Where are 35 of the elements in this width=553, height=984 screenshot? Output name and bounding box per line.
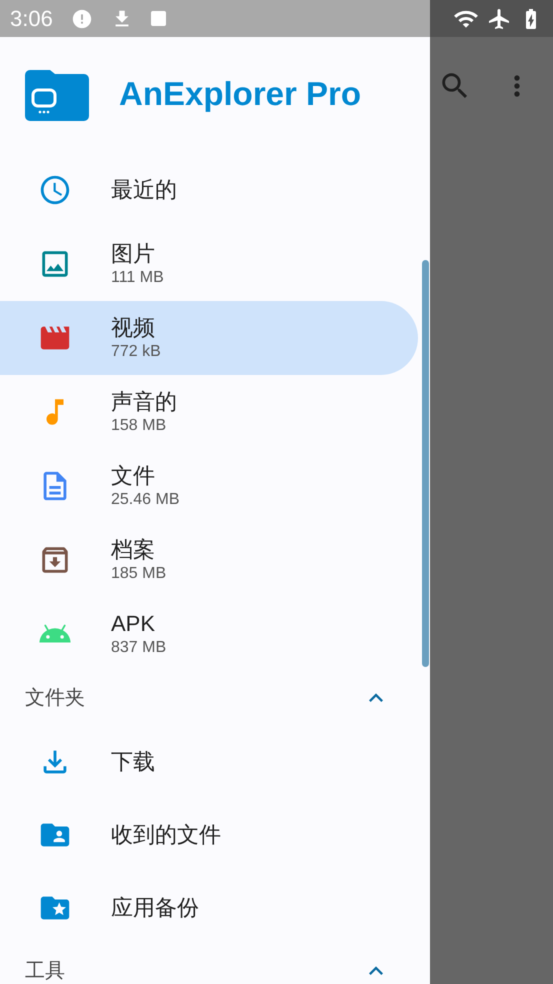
- drawer-item[interactable]: 文件 25.46 MB: [0, 449, 418, 523]
- section-title: 文件夹: [25, 686, 85, 711]
- drawer-item[interactable]: 最近的: [0, 153, 418, 227]
- folder-logo-icon: [25, 69, 89, 121]
- drawer-item[interactable]: 图片 111 MB: [0, 227, 418, 301]
- item-size: 185 MB: [111, 564, 166, 584]
- drawer-item[interactable]: 应用备份: [0, 871, 418, 944]
- scrollbar[interactable]: [422, 260, 429, 667]
- item-label: 视频: [111, 314, 156, 342]
- item-size: 837 MB: [111, 638, 166, 658]
- item-size: 158 MB: [111, 416, 168, 436]
- drawer-item[interactable]: 声音的 158 MB: [0, 375, 418, 449]
- section-title: 工具: [25, 959, 65, 984]
- item-size: 111 MB: [111, 268, 164, 288]
- airplane-icon: [487, 6, 511, 30]
- item-label: 声音的: [111, 388, 177, 416]
- item-label: 文件: [111, 462, 156, 490]
- item-label: 应用备份: [111, 894, 199, 922]
- drawer-item[interactable]: APK 837 MB: [0, 597, 418, 671]
- item-label: 档案: [111, 536, 156, 564]
- drawer-item[interactable]: 视频 772 kB: [0, 301, 418, 375]
- drawer-item[interactable]: 档案 185 MB: [0, 523, 418, 597]
- drawer-item[interactable]: 收到的文件: [0, 798, 418, 871]
- alert-icon: [70, 8, 93, 30]
- clock-icon: [38, 173, 72, 207]
- item-label: APK: [111, 610, 156, 638]
- item-label: 收到的文件: [111, 821, 221, 849]
- item-size: 772 kB: [111, 342, 161, 362]
- app-title: AnExplorer Pro: [119, 74, 362, 114]
- item-label: 最近的: [111, 176, 177, 204]
- drawer-item[interactable]: 下载: [0, 725, 418, 798]
- item-label: 图片: [111, 240, 156, 268]
- time: 3:06: [10, 5, 53, 33]
- item-size: 25.46 MB: [111, 490, 180, 510]
- item-label: 下载: [111, 748, 155, 776]
